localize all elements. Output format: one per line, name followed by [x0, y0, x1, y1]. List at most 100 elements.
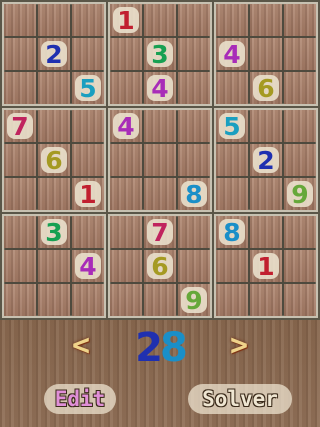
cell-r8c7[interactable]: [216, 250, 248, 282]
cell-r8c1[interactable]: [4, 250, 36, 282]
cell-r4c4[interactable]: 4: [110, 110, 142, 142]
cell-r7c3[interactable]: [72, 216, 104, 248]
cell-r9c3[interactable]: [72, 284, 104, 316]
cell-r5c8[interactable]: 2: [250, 144, 282, 176]
cell-r9c4[interactable]: [110, 284, 142, 316]
previous-puzzle-button[interactable]: <: [66, 331, 96, 361]
cell-r2c1[interactable]: [4, 38, 36, 70]
given-digit: 7: [7, 113, 33, 139]
cell-r3c9[interactable]: [284, 72, 316, 104]
cell-r7c4[interactable]: [110, 216, 142, 248]
cell-r1c2[interactable]: [38, 4, 70, 36]
cell-r3c7[interactable]: [216, 72, 248, 104]
cell-r6c3[interactable]: 1: [72, 178, 104, 210]
cell-r7c2[interactable]: 3: [38, 216, 70, 248]
cell-r8c9[interactable]: [284, 250, 316, 282]
puzzle-number-digit-1: 2: [135, 325, 163, 371]
cell-r4c3[interactable]: [72, 110, 104, 142]
cell-r4c8[interactable]: [250, 110, 282, 142]
given-digit: 6: [253, 75, 279, 101]
cell-r3c2[interactable]: [38, 72, 70, 104]
cell-r1c7[interactable]: [216, 4, 248, 36]
cell-r2c7[interactable]: 4: [216, 38, 248, 70]
cell-r6c7[interactable]: [216, 178, 248, 210]
cell-r9c9[interactable]: [284, 284, 316, 316]
cell-r1c8[interactable]: [250, 4, 282, 36]
cell-r5c5[interactable]: [144, 144, 176, 176]
cell-r4c7[interactable]: 5: [216, 110, 248, 142]
cell-r7c6[interactable]: [178, 216, 210, 248]
box-5: 48: [108, 108, 212, 212]
cell-r3c3[interactable]: 5: [72, 72, 104, 104]
cell-r5c9[interactable]: [284, 144, 316, 176]
cell-r9c6[interactable]: 9: [178, 284, 210, 316]
cell-r8c8[interactable]: 1: [250, 250, 282, 282]
cell-r6c1[interactable]: [4, 178, 36, 210]
cell-r8c2[interactable]: [38, 250, 70, 282]
cell-r6c8[interactable]: [250, 178, 282, 210]
cell-r8c3[interactable]: 4: [72, 250, 104, 282]
cell-r1c1[interactable]: [4, 4, 36, 36]
cell-r7c5[interactable]: 7: [144, 216, 176, 248]
cell-r5c3[interactable]: [72, 144, 104, 176]
cell-r4c9[interactable]: [284, 110, 316, 142]
cell-r4c1[interactable]: 7: [4, 110, 36, 142]
given-digit: 8: [181, 181, 207, 207]
cell-r5c4[interactable]: [110, 144, 142, 176]
edit-button[interactable]: Edit: [44, 384, 116, 414]
cell-r9c1[interactable]: [4, 284, 36, 316]
cell-r3c5[interactable]: 4: [144, 72, 176, 104]
cell-r5c2[interactable]: 6: [38, 144, 70, 176]
cell-r8c5[interactable]: 6: [144, 250, 176, 282]
cell-r7c9[interactable]: [284, 216, 316, 248]
cell-r9c2[interactable]: [38, 284, 70, 316]
cell-r2c5[interactable]: 3: [144, 38, 176, 70]
cell-r2c9[interactable]: [284, 38, 316, 70]
given-digit: 5: [75, 75, 101, 101]
cell-r4c2[interactable]: [38, 110, 70, 142]
cell-r2c8[interactable]: [250, 38, 282, 70]
puzzle-number: 28: [128, 326, 192, 370]
box-1: 25: [2, 2, 106, 106]
cell-r4c6[interactable]: [178, 110, 210, 142]
cell-r3c8[interactable]: 6: [250, 72, 282, 104]
given-digit: 6: [147, 253, 173, 279]
cell-r7c7[interactable]: 8: [216, 216, 248, 248]
cell-r6c4[interactable]: [110, 178, 142, 210]
sudoku-board: 2513446761485293476981: [0, 0, 320, 320]
cell-r6c2[interactable]: [38, 178, 70, 210]
cell-r3c4[interactable]: [110, 72, 142, 104]
cell-r2c2[interactable]: 2: [38, 38, 70, 70]
puzzle-number-digit-2: 8: [160, 325, 188, 371]
cell-r1c9[interactable]: [284, 4, 316, 36]
cell-r2c3[interactable]: [72, 38, 104, 70]
cell-r7c8[interactable]: [250, 216, 282, 248]
cell-r3c6[interactable]: [178, 72, 210, 104]
cell-r1c3[interactable]: [72, 4, 104, 36]
solver-button[interactable]: Solver: [188, 384, 292, 414]
cell-r1c5[interactable]: [144, 4, 176, 36]
cell-r1c4[interactable]: 1: [110, 4, 142, 36]
cell-r4c5[interactable]: [144, 110, 176, 142]
cell-r6c6[interactable]: 8: [178, 178, 210, 210]
box-2: 13 4: [108, 2, 212, 106]
next-puzzle-button[interactable]: >: [224, 331, 254, 361]
cell-r9c7[interactable]: [216, 284, 248, 316]
given-digit: 4: [75, 253, 101, 279]
cell-r8c4[interactable]: [110, 250, 142, 282]
cell-r2c4[interactable]: [110, 38, 142, 70]
cell-r2c6[interactable]: [178, 38, 210, 70]
cell-r3c1[interactable]: [4, 72, 36, 104]
cell-r1c6[interactable]: [178, 4, 210, 36]
cell-r6c9[interactable]: 9: [284, 178, 316, 210]
cell-r8c6[interactable]: [178, 250, 210, 282]
cell-r5c6[interactable]: [178, 144, 210, 176]
cell-r5c7[interactable]: [216, 144, 248, 176]
cell-r5c1[interactable]: [4, 144, 36, 176]
cell-r6c5[interactable]: [144, 178, 176, 210]
cell-r9c8[interactable]: [250, 284, 282, 316]
cell-r9c5[interactable]: [144, 284, 176, 316]
box-7: 34: [2, 214, 106, 318]
cell-r7c1[interactable]: [4, 216, 36, 248]
given-digit: 5: [219, 113, 245, 139]
